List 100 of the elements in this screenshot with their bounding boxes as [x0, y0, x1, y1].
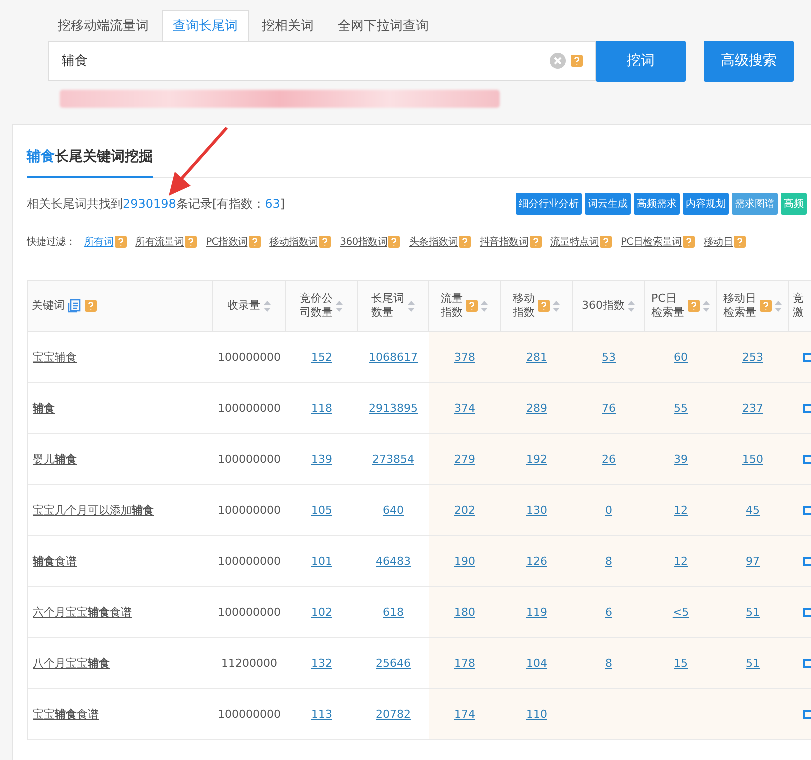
sort-icon[interactable] — [628, 300, 635, 312]
number-link[interactable]: 192 — [526, 452, 548, 466]
number-link[interactable]: 190 — [454, 554, 476, 568]
keyword-link[interactable]: 宝宝辅食食谱 — [33, 706, 99, 722]
number-link[interactable]: 150 — [742, 452, 764, 466]
help-icon[interactable] — [388, 236, 400, 248]
number-link[interactable]: 281 — [526, 350, 548, 364]
number-link[interactable]: <5 — [672, 606, 690, 618]
help-icon[interactable] — [734, 236, 746, 248]
number-link[interactable]: 202 — [454, 504, 476, 516]
action-button[interactable]: 内容规划 — [683, 193, 729, 215]
help-icon[interactable] — [688, 300, 700, 312]
filter-link[interactable]: 所有词 — [84, 235, 114, 249]
number-link[interactable]: 39 — [674, 452, 688, 466]
sort-icon[interactable] — [774, 300, 782, 312]
number-link[interactable]: 0 — [606, 504, 612, 516]
number-link[interactable]: 12 — [674, 554, 688, 568]
number-link[interactable]: 15 — [674, 656, 688, 670]
tab[interactable]: 挖移动端流量词 — [47, 10, 160, 41]
number-link[interactable]: 60 — [674, 350, 688, 364]
help-icon[interactable] — [538, 300, 550, 312]
number-link[interactable]: 640 — [383, 504, 404, 516]
copy-icon[interactable] — [68, 299, 82, 313]
number-link[interactable]: 279 — [454, 452, 476, 466]
search-field[interactable]: 辅食 — [48, 41, 596, 81]
help-icon[interactable] — [114, 236, 127, 248]
filter-link[interactable]: PC日检索量词 — [621, 235, 682, 249]
number-link[interactable]: 51 — [746, 656, 760, 670]
number-link[interactable]: 374 — [454, 402, 476, 414]
number-link[interactable]: 174 — [454, 708, 476, 720]
number-link[interactable]: 25646 — [376, 656, 411, 670]
number-link[interactable]: 289 — [526, 402, 548, 414]
keyword-link[interactable]: 八个月宝宝辅食 — [33, 656, 110, 670]
number-link[interactable]: 152 — [312, 350, 332, 364]
number-link[interactable]: 139 — [312, 452, 332, 466]
keyword-link[interactable]: 辅食 — [33, 400, 55, 416]
filter-link[interactable]: 抖音指数词 — [480, 235, 528, 249]
keyword-link[interactable]: 宝宝辅食 — [33, 350, 77, 364]
help-icon[interactable] — [85, 300, 97, 312]
number-link[interactable]: 6 — [606, 606, 612, 618]
action-button[interactable]: 需求图谱 — [732, 193, 778, 215]
number-link[interactable]: 101 — [312, 554, 332, 568]
action-button[interactable]: 词云生成 — [585, 193, 631, 215]
filter-link[interactable]: 360指数词 — [340, 235, 388, 249]
number-link[interactable]: 273854 — [372, 452, 414, 466]
filter-link[interactable]: PC指数词 — [206, 235, 248, 249]
action-button[interactable]: 高频需求 — [634, 193, 680, 215]
filter-link[interactable]: 移动日 — [704, 235, 734, 249]
number-link[interactable]: 53 — [602, 350, 616, 364]
number-link[interactable]: 237 — [742, 402, 764, 414]
filter-link[interactable]: 所有流量词 — [136, 235, 184, 249]
number-link[interactable]: 8 — [606, 656, 612, 670]
sort-icon[interactable] — [702, 300, 710, 312]
number-link[interactable]: 102 — [312, 606, 332, 618]
sort-icon[interactable] — [481, 300, 488, 312]
number-link[interactable]: 46483 — [376, 554, 411, 568]
keyword-link[interactable]: 辅食食谱 — [33, 554, 77, 568]
sort-icon[interactable] — [336, 300, 343, 312]
advanced-search-button[interactable]: 高级搜索 — [704, 40, 794, 82]
number-link[interactable]: 253 — [742, 350, 764, 364]
number-link[interactable]: 76 — [602, 402, 616, 414]
filter-link[interactable]: 头条指数词 — [409, 235, 458, 249]
number-link[interactable]: 126 — [526, 554, 548, 568]
help-icon[interactable] — [248, 236, 261, 248]
sort-icon[interactable] — [553, 300, 560, 312]
clear-icon[interactable] — [549, 52, 567, 70]
number-link[interactable]: 51 — [746, 606, 760, 618]
filter-link[interactable]: 流量特点词 — [550, 235, 600, 249]
help-icon[interactable] — [682, 236, 695, 248]
number-link[interactable]: 26 — [602, 452, 616, 466]
number-link[interactable]: 118 — [312, 402, 332, 414]
help-icon[interactable] — [458, 236, 471, 248]
help-icon[interactable] — [319, 236, 332, 248]
action-button[interactable]: 细分行业分析 — [516, 193, 582, 215]
tab[interactable]: 全网下拉词查询 — [327, 10, 440, 41]
number-link[interactable]: 378 — [454, 350, 476, 364]
number-link[interactable]: 618 — [383, 606, 404, 618]
help-icon[interactable] — [530, 236, 542, 248]
number-link[interactable]: 132 — [312, 656, 332, 670]
keyword-link[interactable]: 婴儿辅食 — [33, 452, 77, 466]
number-link[interactable]: 110 — [526, 708, 548, 720]
number-link[interactable]: 130 — [526, 504, 548, 516]
sort-icon[interactable] — [408, 300, 414, 312]
number-link[interactable]: 20782 — [376, 708, 411, 720]
help-icon[interactable] — [571, 55, 583, 67]
number-link[interactable]: 178 — [454, 656, 476, 670]
sort-icon[interactable] — [264, 300, 270, 312]
help-icon[interactable] — [600, 236, 612, 248]
action-button[interactable]: 高频 — [781, 193, 807, 215]
number-link[interactable]: 97 — [746, 554, 760, 568]
number-link[interactable]: 1068617 — [369, 350, 418, 364]
keyword-link[interactable]: 宝宝几个月可以添加辅食 — [33, 502, 154, 518]
help-icon[interactable] — [760, 300, 772, 312]
tab[interactable]: 挖相关词 — [251, 10, 325, 41]
keyword-link[interactable]: 六个月宝宝辅食食谱 — [33, 604, 132, 620]
number-link[interactable]: 113 — [312, 708, 332, 720]
number-link[interactable]: 8 — [606, 554, 612, 568]
help-icon[interactable] — [185, 236, 198, 248]
number-link[interactable]: 119 — [526, 606, 548, 618]
number-link[interactable]: 55 — [674, 402, 688, 414]
